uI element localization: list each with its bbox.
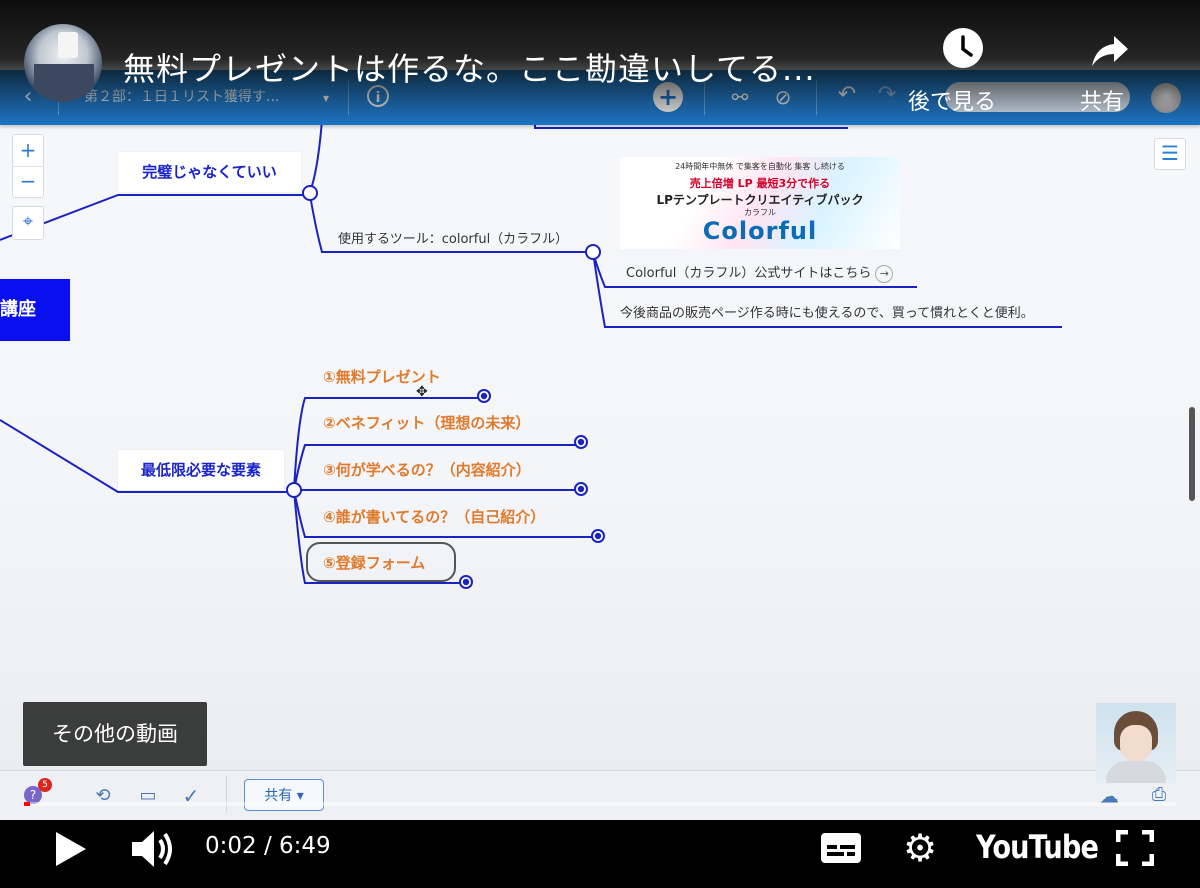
progress-bar-track[interactable] xyxy=(24,802,1176,806)
more-videos-button[interactable]: その他の動画 xyxy=(23,702,207,766)
move-cursor-icon: ✥ xyxy=(416,384,428,400)
subtitles-icon[interactable] xyxy=(820,832,862,864)
channel-avatar[interactable] xyxy=(24,24,102,102)
official-site-link-text: Colorful（カラフル）公式サイトはこちら xyxy=(626,266,872,281)
item-author[interactable]: ④誰が書いてるの？（自己紹介） xyxy=(323,506,545,527)
watch-later-label[interactable]: 後で見る xyxy=(908,84,996,116)
share-dropdown-button[interactable]: 共有 ▾ xyxy=(244,779,324,811)
thumb-face xyxy=(1120,725,1152,761)
zoom-out-icon[interactable]: − xyxy=(13,167,43,197)
item-benefit[interactable]: ②ベネフィット（理想の未来） xyxy=(323,412,530,433)
time-total: 6:49 xyxy=(279,833,331,859)
notification-badge: 5 xyxy=(38,778,52,792)
root-node[interactable]: 講座 xyxy=(0,279,70,341)
volume-icon[interactable] xyxy=(130,828,176,870)
node-elements[interactable]: 最低限必要な要素 xyxy=(118,450,284,490)
node-note[interactable]: 今後商品の販売ページ作る時にも使えるので、買って慣れとくと便利。 xyxy=(620,302,1034,321)
channel-watermark-thumbnail[interactable] xyxy=(1096,703,1176,783)
clock-icon xyxy=(961,35,973,57)
zoom-controls: + − xyxy=(12,134,44,198)
item-form[interactable]: ⑤登録フォーム xyxy=(323,552,425,573)
toolbar-divider xyxy=(226,776,227,812)
zoom-in-icon[interactable]: + xyxy=(13,135,43,167)
branch-top-to-perfect xyxy=(309,119,323,193)
node-joint-perfect xyxy=(302,185,318,201)
banner-line-2: 売上倍増 LP 最短3分で作る xyxy=(689,177,831,190)
mindmap-app: ‹ ▾ i + ⚯ ⊘ ↶ ↷ 第２部：１日１リスト獲得す... + − ⌖ ☰… xyxy=(0,0,1200,820)
branch-root-to-perfect xyxy=(0,194,310,241)
node-joint-elements xyxy=(286,482,302,498)
avatar-face xyxy=(58,32,78,58)
arrow-right-icon[interactable]: → xyxy=(875,264,894,283)
node-tool[interactable]: 使用するツール：colorful（カラフル） xyxy=(338,228,568,247)
share-label[interactable]: 共有 xyxy=(1080,84,1124,116)
fullscreen-icon[interactable] xyxy=(1115,829,1155,867)
share-arrow-icon[interactable] xyxy=(1086,28,1130,72)
time-display: 0:02 / 6:49 xyxy=(205,833,331,859)
item-content[interactable]: ③何が学べるの？（内容紹介） xyxy=(323,459,531,480)
official-site-link[interactable]: Colorful（カラフル）公式サイトはこちら → xyxy=(626,262,894,283)
video-title[interactable]: 無料プレゼントは作るな。ここ勘違いしてる... xyxy=(123,44,816,90)
banner-line-1: 24時間年中無休 で集客を自動化 集客 し続ける xyxy=(675,162,845,171)
redo-icon[interactable]: ↷ xyxy=(874,80,900,110)
node-perfect[interactable]: 完璧じゃなくていい xyxy=(118,152,301,192)
banner-brand: Colorful xyxy=(702,217,818,245)
recenter-icon[interactable]: ⌖ xyxy=(12,206,44,240)
play-icon[interactable] xyxy=(54,830,88,868)
undo-icon[interactable]: ↶ xyxy=(834,80,860,110)
banner-line-3: LPテンプレートクリエイティブパック xyxy=(656,193,864,207)
node-joint-tool xyxy=(585,244,601,260)
user-avatar[interactable] xyxy=(1151,83,1181,113)
time-current: 0:02 xyxy=(205,833,257,859)
progress-bar-played xyxy=(24,802,30,806)
avatar-shirt xyxy=(34,64,94,102)
thumb-hoodie xyxy=(1106,761,1166,783)
settings-gear-icon[interactable]: ⚙ xyxy=(900,826,940,870)
colorful-banner-image[interactable]: 24時間年中無休 で集客を自動化 集客 し続ける 売上倍増 LP 最短3分で作る… xyxy=(620,157,900,249)
watch-later-icon[interactable] xyxy=(943,28,983,68)
youtube-logo[interactable]: YouTube xyxy=(976,828,1099,866)
outline-menu-icon[interactable]: ☰ xyxy=(1154,138,1186,170)
vertical-scrollbar[interactable] xyxy=(1189,407,1195,501)
